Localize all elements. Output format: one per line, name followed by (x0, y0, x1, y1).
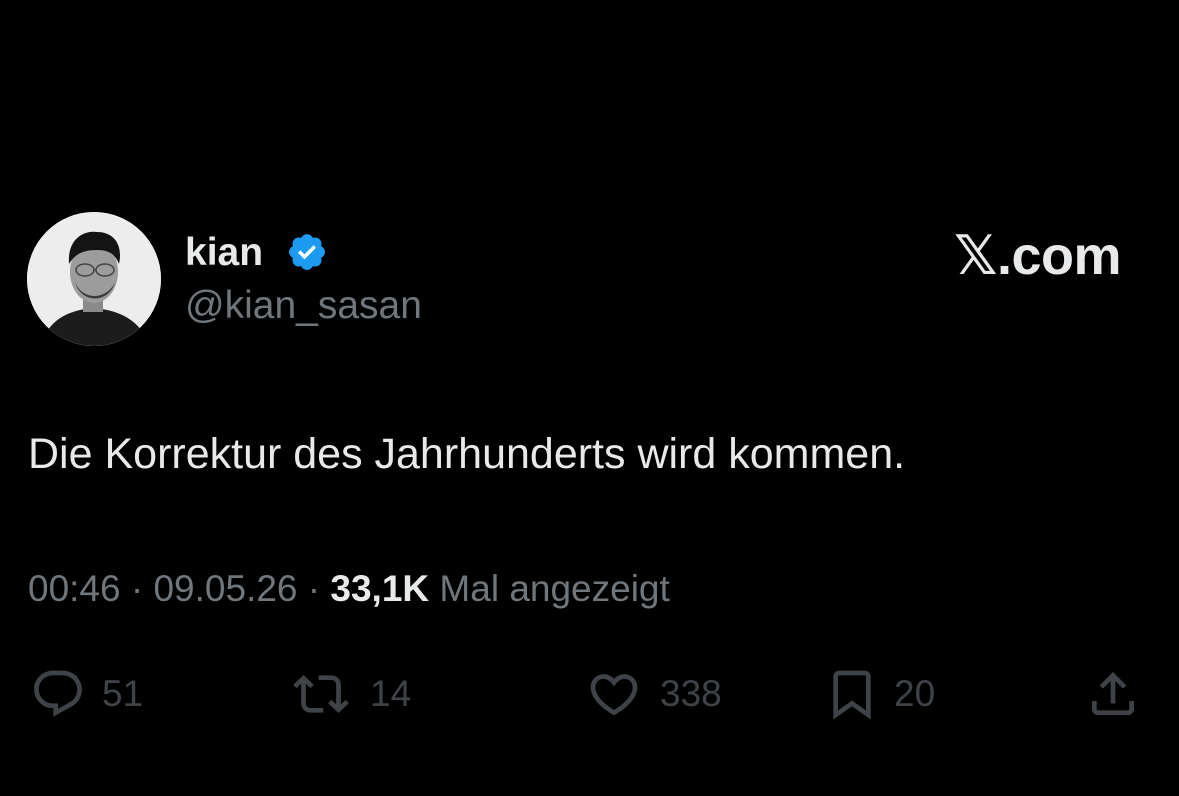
heart-icon (590, 674, 638, 716)
reply-count: 51 (102, 673, 144, 714)
repost-count: 14 (370, 673, 412, 714)
like-count: 338 (660, 673, 722, 714)
repost-button[interactable]: 14 (286, 666, 411, 722)
tweet-time[interactable]: 00:46 (28, 568, 121, 609)
views-label: Mal angezeigt (429, 568, 670, 609)
views-count[interactable]: 33,1K (330, 568, 429, 609)
tweet-meta: 00:46 · 09.05.26 · 33,1K Mal angezeigt (28, 566, 670, 612)
bookmark-button[interactable]: 20 (824, 666, 935, 722)
avatar-photo (27, 212, 161, 346)
author-handle[interactable]: @kian_sasan (185, 283, 422, 329)
reply-button[interactable]: 51 (28, 666, 143, 722)
verified-badge-icon (289, 234, 325, 270)
meta-separator: · (297, 568, 331, 609)
avatar[interactable] (27, 212, 161, 346)
like-button[interactable]: 338 (582, 666, 722, 722)
share-button[interactable] (1083, 666, 1143, 722)
tweet-text: Die Korrektur des Jahrhunderts wird komm… (28, 430, 906, 478)
tweet-date[interactable]: 09.05.26 (153, 568, 297, 609)
bookmark-count: 20 (894, 673, 936, 714)
meta-separator: · (120, 568, 154, 609)
repost-icon (293, 675, 349, 713)
reply-icon (34, 670, 82, 717)
bookmark-icon (833, 670, 871, 720)
display-name[interactable]: kian (185, 230, 263, 276)
share-icon (1092, 672, 1134, 715)
brand-logo: 𝕏.com (953, 226, 1122, 286)
